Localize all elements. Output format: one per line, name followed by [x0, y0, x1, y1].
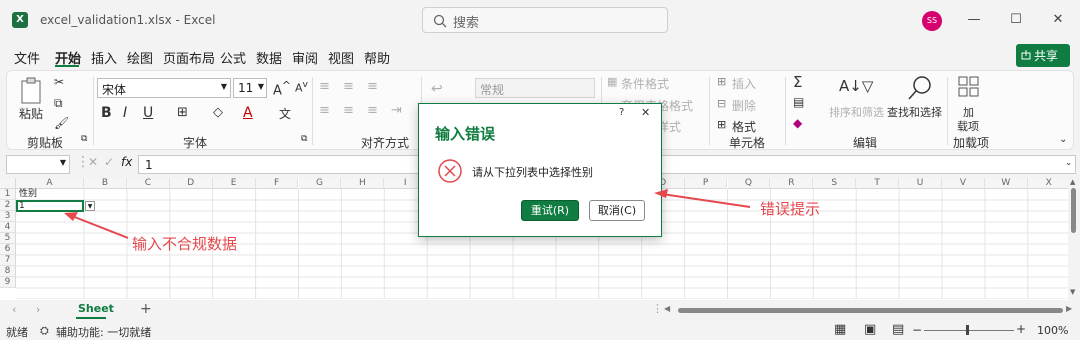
arrow-head-dialog [654, 189, 668, 198]
annotation-arrows [64, 189, 751, 239]
annotation-input-note: 输入不合规数据 [132, 235, 238, 253]
annotation-error-note: 错误提示 [760, 200, 821, 218]
arrow-to-dialog [661, 193, 751, 208]
arrow-to-input [71, 215, 129, 239]
